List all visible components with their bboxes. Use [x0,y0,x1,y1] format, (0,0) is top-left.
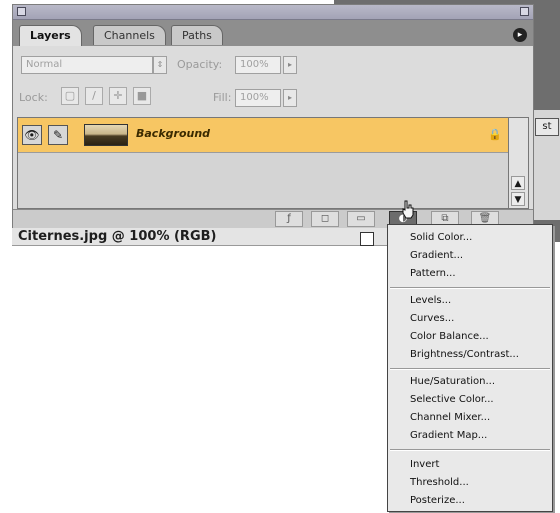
lock-icon: 🔒 [488,128,502,141]
collapse-box-icon[interactable] [520,7,529,16]
status-checkbox-icon[interactable] [360,232,374,246]
layer-thumbnail [84,124,128,146]
lock-label: Lock: [19,91,48,104]
lock-pixels-brush-icon[interactable]: / [85,87,103,105]
menu-separator [390,449,550,451]
add-mask-icon[interactable]: ◻ [311,211,339,227]
menu-item-hue-saturation[interactable]: Hue/Saturation... [410,374,495,390]
layers-scrollbar[interactable]: ▲ ▼ [509,117,529,209]
scroll-down-icon[interactable]: ▼ [511,192,525,206]
palette-titlebar[interactable] [13,5,533,20]
tab-paths[interactable]: Paths [171,25,223,45]
lock-position-move-icon[interactable]: ✛ [109,87,127,105]
fill-field[interactable]: 100% [235,89,281,107]
blend-row: Normal ⇕ Opacity: 100% ▸ [17,53,529,77]
brush-icon[interactable]: ✎ [48,125,68,145]
menu-item-pattern[interactable]: Pattern... [410,266,456,282]
palette-menu-icon[interactable]: ▸ [513,28,527,42]
fill-arrow-icon[interactable]: ▸ [283,89,297,107]
menu-item-channel-mixer[interactable]: Channel Mixer... [410,410,490,426]
menu-item-posterize[interactable]: Posterize... [410,493,465,509]
opacity-arrow-icon[interactable]: ▸ [283,56,297,74]
menu-separator [390,368,550,370]
menu-item-color-balance[interactable]: Color Balance... [410,329,489,345]
menu-item-solid-color[interactable]: Solid Color... [410,230,472,246]
new-set-icon[interactable]: ▭ [347,211,375,227]
menu-item-gradient[interactable]: Gradient... [410,248,463,264]
hand-cursor-icon [402,200,414,219]
document-marker: st [535,118,559,136]
layers-list: 👁 ✎ Background 🔒 [17,117,509,209]
tab-channels[interactable]: Channels [93,25,166,45]
menu-item-brightness-contrast[interactable]: Brightness/Contrast... [410,347,519,363]
menu-item-levels[interactable]: Levels... [410,293,451,309]
menu-item-selective-color[interactable]: Selective Color... [410,392,494,408]
palette-tabbar: Layers Channels Paths ▸ [13,20,533,46]
eye-icon[interactable]: 👁 [22,125,42,145]
layer-style-icon[interactable]: ƒ [275,211,303,227]
close-box-icon[interactable] [17,7,26,16]
menu-separator [390,287,550,289]
document-status-bar: Citernes.jpg @ 100% (RGB) [12,228,392,246]
opacity-field[interactable]: 100% [235,56,281,74]
lock-transparency-icon[interactable]: ▢ [61,87,79,105]
lock-row: Lock: ▢ / ✛ ■ Fill: 100% ▸ [17,87,529,111]
scroll-up-icon[interactable]: ▲ [511,176,525,190]
blend-mode-select[interactable]: Normal [21,56,153,74]
menu-item-curves[interactable]: Curves... [410,311,454,327]
menu-item-threshold[interactable]: Threshold... [410,475,469,491]
layer-name: Background [136,127,211,140]
lock-all-icon[interactable]: ■ [133,87,151,105]
adjustment-layer-menu: Solid Color... Gradient... Pattern... Le… [387,224,553,512]
fill-label: Fill: [213,91,232,104]
tab-layers[interactable]: Layers [19,25,82,46]
menu-item-invert[interactable]: Invert [410,457,439,473]
opacity-label: Opacity: [177,58,223,71]
blend-mode-arrows-icon[interactable]: ⇕ [153,56,167,74]
layer-row-background[interactable]: 👁 ✎ Background 🔒 [18,118,508,153]
menu-item-gradient-map[interactable]: Gradient Map... [410,428,487,444]
layers-palette: Layers Channels Paths ▸ Normal ⇕ Opacity… [12,4,534,229]
